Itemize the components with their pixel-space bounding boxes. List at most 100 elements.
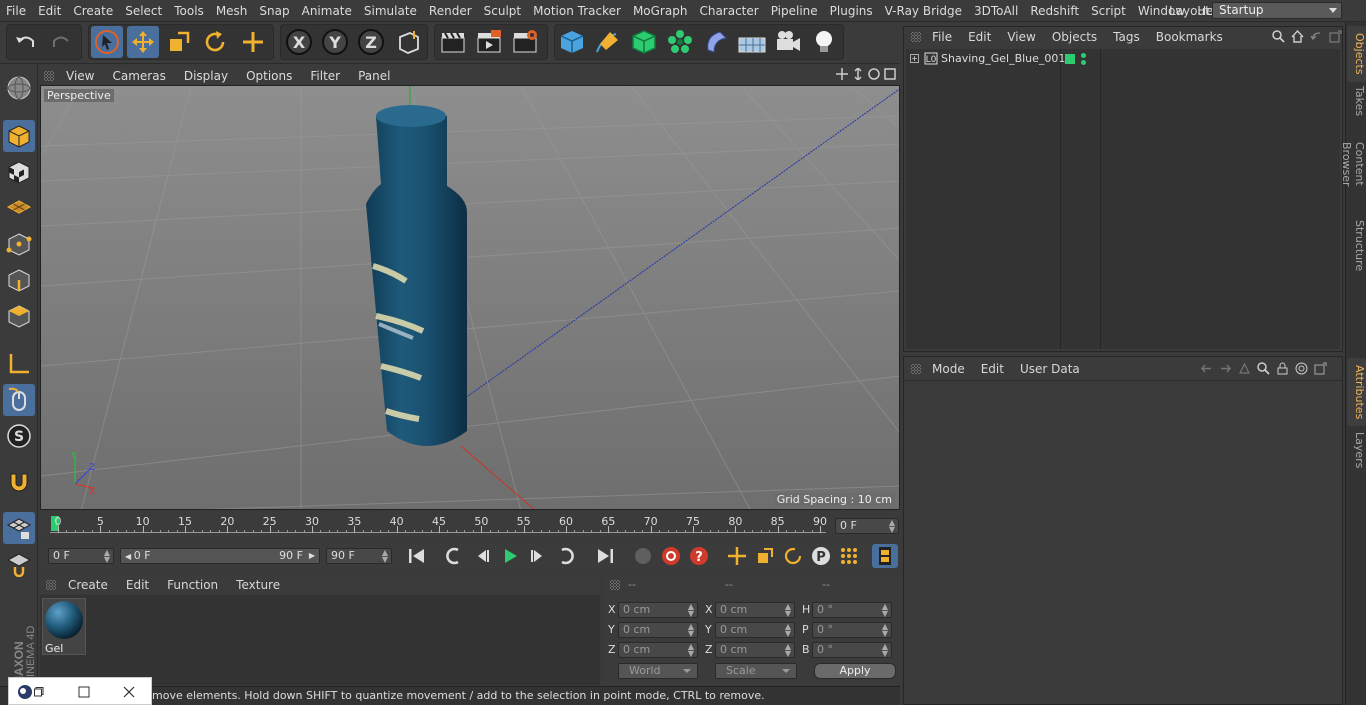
menu-snap[interactable]: Snap [253,0,295,22]
material-swatch-gel[interactable]: Gel [42,598,86,655]
grip-handle[interactable] [911,32,921,42]
attribute-menu-edit[interactable]: Edit [973,362,1012,376]
autokeying-button[interactable] [658,544,684,568]
cube-object-button[interactable] [556,26,588,58]
z-axis-lock-button[interactable]: Z [355,26,387,58]
previous-keyframe-button[interactable] [441,544,467,568]
key-scale-button[interactable] [752,544,778,568]
grip-handle[interactable] [44,70,54,81]
spinner-arrows[interactable]: ▲ ▼ [785,643,791,658]
pan-icon[interactable] [836,68,848,80]
position-y-field[interactable]: 0 cm ▲ ▼ [618,622,698,638]
material-menu-edit[interactable]: Edit [117,578,158,592]
texture-mode-button[interactable] [3,156,35,188]
viewport-menu-options[interactable]: Options [237,69,301,83]
size-mode-select[interactable]: Scale [715,663,797,679]
x-axis-lock-button[interactable]: X [283,26,315,58]
floor-button[interactable] [736,26,768,58]
search-icon[interactable] [1257,362,1270,375]
spinner-arrows[interactable]: ▲ ▼ [688,603,694,618]
y-axis-lock-button[interactable]: Y [319,26,351,58]
object-name-shaving-gel[interactable]: Shaving_Gel_Blue_001 [941,52,1065,65]
close-icon[interactable] [123,686,135,698]
next-frame-button[interactable] [525,544,551,568]
visibility-render-dot[interactable] [1081,60,1086,65]
visibility-editor-dot[interactable] [1081,53,1086,58]
subdivision-surface-button[interactable] [628,26,660,58]
spinner-arrows[interactable]: ▲ ▼ [785,603,791,618]
spinner-arrows[interactable]: ▲ ▼ [882,603,888,618]
restore-icon[interactable] [34,687,44,697]
object-menu-edit[interactable]: Edit [960,30,999,44]
viewport-menu-filter[interactable]: Filter [301,69,349,83]
coordinate-mode-select[interactable]: World [618,663,698,679]
redo-button[interactable] [45,26,77,58]
spinner-arrows[interactable]: ▲ ▼ [688,643,694,658]
key-pla-button[interactable] [836,544,862,568]
previous-frame-button[interactable] [469,544,495,568]
menu-simulate[interactable]: Simulate [358,0,423,22]
current-frame-field[interactable]: 0 F ▲ ▼ [835,518,899,534]
render-to-picture-viewer-button[interactable] [473,26,505,58]
locked-workplane-button[interactable] [3,548,35,580]
spinner-arrows[interactable]: ▲ ▼ [882,623,888,638]
attribute-menu-user-data[interactable]: User Data [1012,362,1088,376]
make-editable-button[interactable] [3,72,35,104]
next-keyframe-button[interactable] [553,544,579,568]
menu-script[interactable]: Script [1085,0,1132,22]
live-selection-button[interactable] [91,26,123,58]
rotation-h-field[interactable]: 0 ° ▲ ▼ [812,602,892,618]
display-tag-icon[interactable] [1065,54,1075,64]
size-y-field[interactable]: 0 cm ▲ ▼ [715,622,795,638]
camera-button[interactable] [772,26,804,58]
workplane-lock-button[interactable] [3,512,35,544]
orbit-icon[interactable] [868,68,880,80]
pen-spline-button[interactable] [592,26,624,58]
attribute-menu-mode[interactable]: Mode [924,362,973,376]
maximize-icon[interactable] [78,686,90,698]
viewport-menu-view[interactable]: View [57,69,103,83]
timeline-ruler[interactable]: 0 F ▲ ▼ 0 5 10 15 20 25 30 35 40 45 50 55 60 65 70 75 80 85… [40,512,900,536]
undo-button[interactable] [10,26,42,58]
menu-motion-tracker[interactable]: Motion Tracker [527,0,627,22]
rotation-b-field[interactable]: 0 ° ▲ ▼ [812,642,892,658]
menu-3dtoall[interactable]: 3DToAll [968,0,1024,22]
menu-pipeline[interactable]: Pipeline [765,0,824,22]
menu-select[interactable]: Select [119,0,168,22]
menu-mograph[interactable]: MoGraph [627,0,694,22]
points-mode-button[interactable] [3,228,35,260]
menu-v-ray-bridge[interactable]: V-Ray Bridge [879,0,968,22]
search-icon[interactable] [1272,30,1285,43]
material-menu-create[interactable]: Create [59,578,117,592]
render-view-button[interactable] [437,26,469,58]
tab-objects[interactable]: Objects [1347,26,1366,82]
material-menu-texture[interactable]: Texture [227,578,289,592]
object-menu-objects[interactable]: Objects [1044,30,1105,44]
key-position-button[interactable] [724,544,750,568]
position-x-field[interactable]: 0 cm ▲ ▼ [618,602,698,618]
menu-edit[interactable]: Edit [32,0,67,22]
model-mode-button[interactable] [3,120,35,152]
spinner-arrows[interactable]: ▲ ▼ [785,623,791,638]
object-menu-file[interactable]: File [924,30,960,44]
menu-render[interactable]: Render [423,0,478,22]
menu-tools[interactable]: Tools [168,0,210,22]
key-parameter-button[interactable]: P [808,544,834,568]
menu-redshift[interactable]: Redshift [1024,0,1085,22]
workplane-button[interactable] [3,192,35,224]
menu-plugins[interactable]: Plugins [824,0,879,22]
keyframe-selection-button[interactable]: ? [686,544,712,568]
menu-mesh[interactable]: Mesh [210,0,254,22]
polygons-mode-button[interactable] [3,300,35,332]
home-icon[interactable] [1291,30,1304,43]
tab-attributes[interactable]: Attributes [1347,358,1366,426]
new-window-icon[interactable] [1314,362,1327,375]
snap-button[interactable] [3,466,35,498]
coordinate-system-button[interactable] [393,26,425,58]
spinner-arrows[interactable]: ▲ ▼ [688,623,694,638]
play-forward-button[interactable] [497,544,523,568]
move-button[interactable] [127,26,159,58]
go-to-start-button[interactable] [404,544,430,568]
object-menu-view[interactable]: View [999,30,1043,44]
object-menu-bookmarks[interactable]: Bookmarks [1148,30,1231,44]
